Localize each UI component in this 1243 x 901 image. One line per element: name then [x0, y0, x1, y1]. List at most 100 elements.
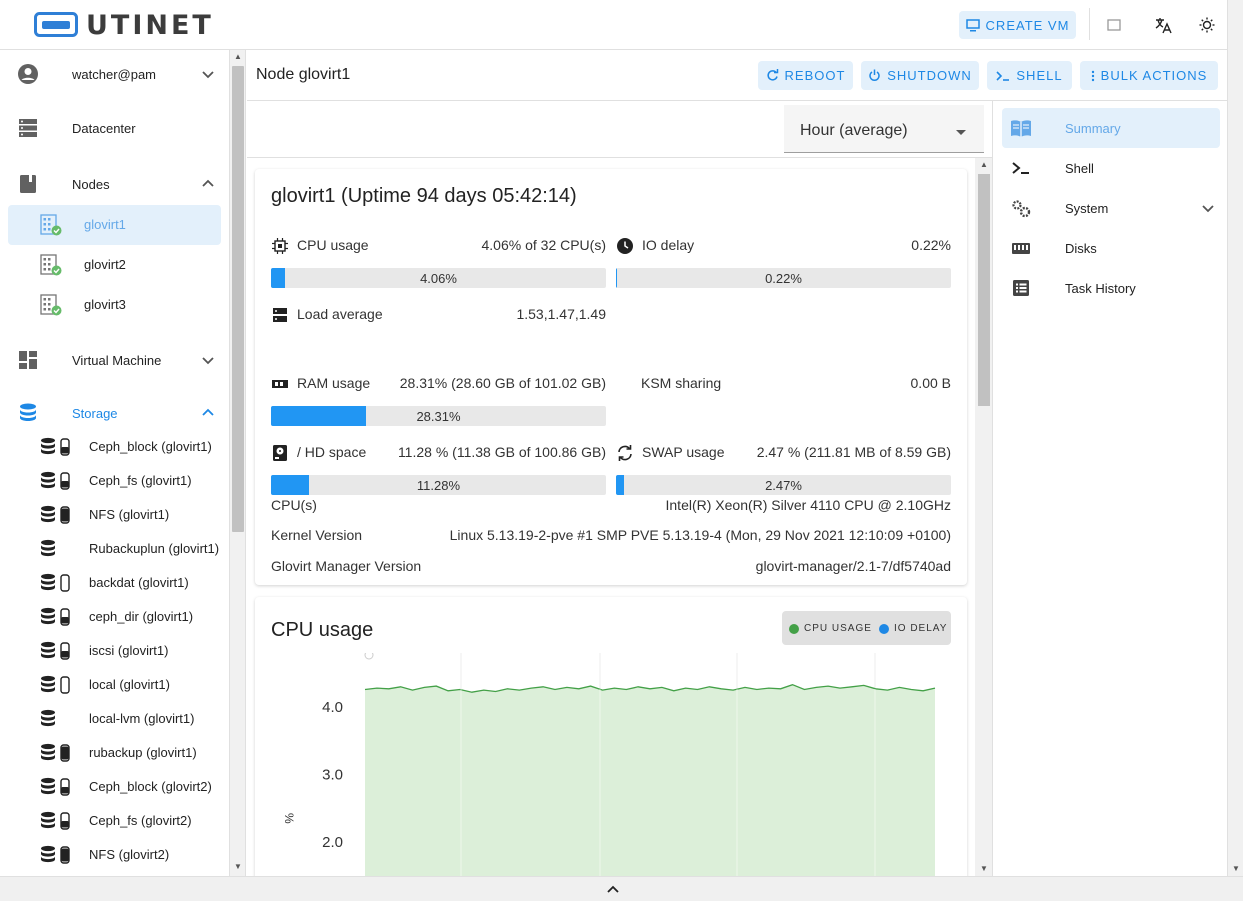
- nav-label: Disks: [1065, 241, 1097, 256]
- content-scrollbar[interactable]: ▲ ▼: [975, 158, 992, 876]
- legend-item-cpu[interactable]: CPU USAGE: [789, 623, 872, 634]
- database-icon: [41, 437, 70, 456]
- chevron-up-icon[interactable]: [606, 884, 620, 894]
- database-icon: [20, 403, 36, 421]
- cpu-usage-label: CPU usage: [297, 237, 369, 253]
- sidebar-item-nodes[interactable]: Nodes: [0, 164, 229, 204]
- sidebar-storage-item[interactable]: Ceph_fs (glovirt1): [0, 464, 229, 498]
- memory-icon: [272, 380, 288, 388]
- storage-label: iscsi (glovirt1): [89, 643, 169, 658]
- window-toggle-button[interactable]: [1103, 14, 1125, 36]
- sidebar-storage-item[interactable]: ceph_dir (glovirt1): [0, 600, 229, 634]
- database-icon: [41, 641, 70, 660]
- info-key: CPU(s): [271, 497, 317, 513]
- legend-label-cpu: CPU USAGE: [804, 623, 872, 634]
- timeframe-value: Hour (average): [800, 122, 908, 139]
- chevron-up-icon: [202, 408, 214, 416]
- sidebar-storage-item[interactable]: backdat (glovirt1): [0, 566, 229, 600]
- sidebar-storage-item[interactable]: local (glovirt1): [0, 668, 229, 702]
- shutdown-button[interactable]: SHUTDOWN: [861, 61, 979, 90]
- storage-label: Ceph_block (glovirt1): [89, 439, 212, 454]
- top-bar: UTINET CREATE VM: [0, 0, 1243, 50]
- sidebar-node-glovirt3[interactable]: glovirt3: [8, 285, 221, 325]
- sidebar-storage-item[interactable]: Ceph_block (glovirt2): [0, 770, 229, 804]
- create-vm-button[interactable]: CREATE VM: [959, 11, 1076, 39]
- sidebar-storage-item[interactable]: local-lvm (glovirt1): [0, 702, 229, 736]
- storage-label: ceph_dir (glovirt1): [89, 609, 194, 624]
- sidebar-storage-item[interactable]: Rubackuplun (glovirt1): [0, 532, 229, 566]
- sidebar-item-user[interactable]: watcher@pam: [0, 54, 229, 94]
- ksm-sharing-row: KSM sharing 0.00 B: [616, 374, 951, 394]
- sidebar-scrollbar[interactable]: ▲ ▼: [230, 50, 246, 876]
- server-icon: [19, 119, 37, 137]
- sidebar-storage-item[interactable]: Ceph_fs (glovirt2): [0, 804, 229, 838]
- sidebar-storage-item[interactable]: Ceph_block (glovirt1): [0, 430, 229, 464]
- scroll-up-arrow[interactable]: ▲: [230, 50, 246, 64]
- sidebar-node-glovirt2[interactable]: glovirt2: [8, 245, 221, 285]
- scroll-down-arrow[interactable]: ▼: [976, 862, 992, 876]
- shutdown-label: SHUTDOWN: [887, 68, 972, 83]
- legend-item-io[interactable]: IO DELAY: [879, 623, 947, 634]
- sidebar-storage-item[interactable]: iscsi (glovirt1): [0, 634, 229, 668]
- datacenter-label: Datacenter: [72, 120, 136, 136]
- hd-space-bar-label: 11.28%: [416, 478, 461, 493]
- nav-summary[interactable]: Summary: [1002, 108, 1220, 148]
- sidebar-item-storage[interactable]: Storage: [0, 393, 229, 433]
- create-vm-label: CREATE VM: [985, 17, 1070, 33]
- io-delay-value: 0.22%: [911, 237, 951, 253]
- content-scroll-thumb[interactable]: [978, 174, 990, 406]
- sidebar-item-datacenter[interactable]: Datacenter: [0, 108, 229, 148]
- content-area: Hour (average) glovirt1 (Uptime 94 days …: [247, 101, 993, 876]
- main-header: Node glovirt1 REBOOT SHUTDOWN SHELL BULK…: [247, 50, 1227, 101]
- ram-usage-value: 28.31% (28.60 GB of 101.02 GB): [399, 375, 606, 391]
- chart-legend: CPU USAGE IO DELAY: [782, 611, 951, 645]
- bulk-actions-button[interactable]: BULK ACTIONS: [1080, 61, 1218, 90]
- storage-label: local (glovirt1): [89, 677, 170, 692]
- language-button[interactable]: [1152, 14, 1174, 36]
- sidebar: watcher@pam Datacenter Nodes glovirt1 gl…: [0, 50, 230, 876]
- hd-space-bar: 11.28%: [271, 475, 606, 495]
- database-icon: [41, 743, 70, 762]
- building-icon: [40, 294, 62, 316]
- info-value: Linux 5.13.19-2-pve #1 SMP PVE 5.13.19-4…: [449, 527, 951, 543]
- book-open-icon: [1011, 120, 1031, 137]
- scroll-down-arrow[interactable]: ▼: [230, 860, 246, 874]
- theme-button[interactable]: [1196, 14, 1218, 36]
- sync-icon: [618, 445, 632, 461]
- user-name: watcher@pam: [72, 66, 157, 82]
- info-row-kernel: Kernel Version Linux 5.13.19-2-pve #1 SM…: [271, 527, 951, 545]
- power-icon: [869, 69, 880, 81]
- sidebar-scroll-thumb[interactable]: [232, 66, 244, 532]
- page-title: Node glovirt1: [256, 66, 351, 83]
- list-icon: [1013, 280, 1029, 296]
- database-icon: [41, 777, 70, 796]
- nav-task-history[interactable]: Task History: [1002, 268, 1220, 308]
- nav-disks[interactable]: Disks: [1002, 228, 1220, 268]
- window-scrollbar[interactable]: ▼: [1227, 0, 1243, 876]
- chevron-down-icon: [1202, 205, 1214, 213]
- scroll-up-arrow[interactable]: ▲: [976, 158, 992, 172]
- y-axis-label: %: [282, 813, 296, 824]
- brightness-icon: [1199, 17, 1215, 33]
- book-icon: [20, 175, 36, 193]
- nav-label: System: [1065, 201, 1109, 216]
- timeframe-select[interactable]: Hour (average): [784, 105, 984, 153]
- storage-label: rubackup (glovirt1): [89, 745, 197, 760]
- database-icon: [41, 607, 70, 626]
- sidebar-storage-item[interactable]: NFS (glovirt2): [0, 838, 229, 872]
- reboot-button[interactable]: REBOOT: [758, 61, 853, 90]
- server-icon: [273, 308, 287, 322]
- nav-system[interactable]: System: [1002, 188, 1220, 228]
- scroll-down-arrow[interactable]: ▼: [1228, 862, 1243, 876]
- load-average-value: 1.53,1.47,1.49: [516, 306, 606, 322]
- clock-icon: [617, 238, 633, 254]
- app-window: UTINET CREATE VM watcher@pam Datacenter: [0, 0, 1243, 901]
- restart-icon: [766, 69, 778, 81]
- shell-button[interactable]: SHELL: [987, 61, 1072, 90]
- nav-shell[interactable]: Shell: [1002, 148, 1220, 188]
- sidebar-storage-item[interactable]: rubackup (glovirt1): [0, 736, 229, 770]
- hd-space-row: / HD space 11.28 % (11.38 GB of 100.86 G…: [271, 443, 606, 463]
- sidebar-node-glovirt1[interactable]: glovirt1: [8, 205, 221, 245]
- sidebar-item-virtual-machine[interactable]: Virtual Machine: [0, 340, 229, 380]
- sidebar-storage-item[interactable]: NFS (glovirt1): [0, 498, 229, 532]
